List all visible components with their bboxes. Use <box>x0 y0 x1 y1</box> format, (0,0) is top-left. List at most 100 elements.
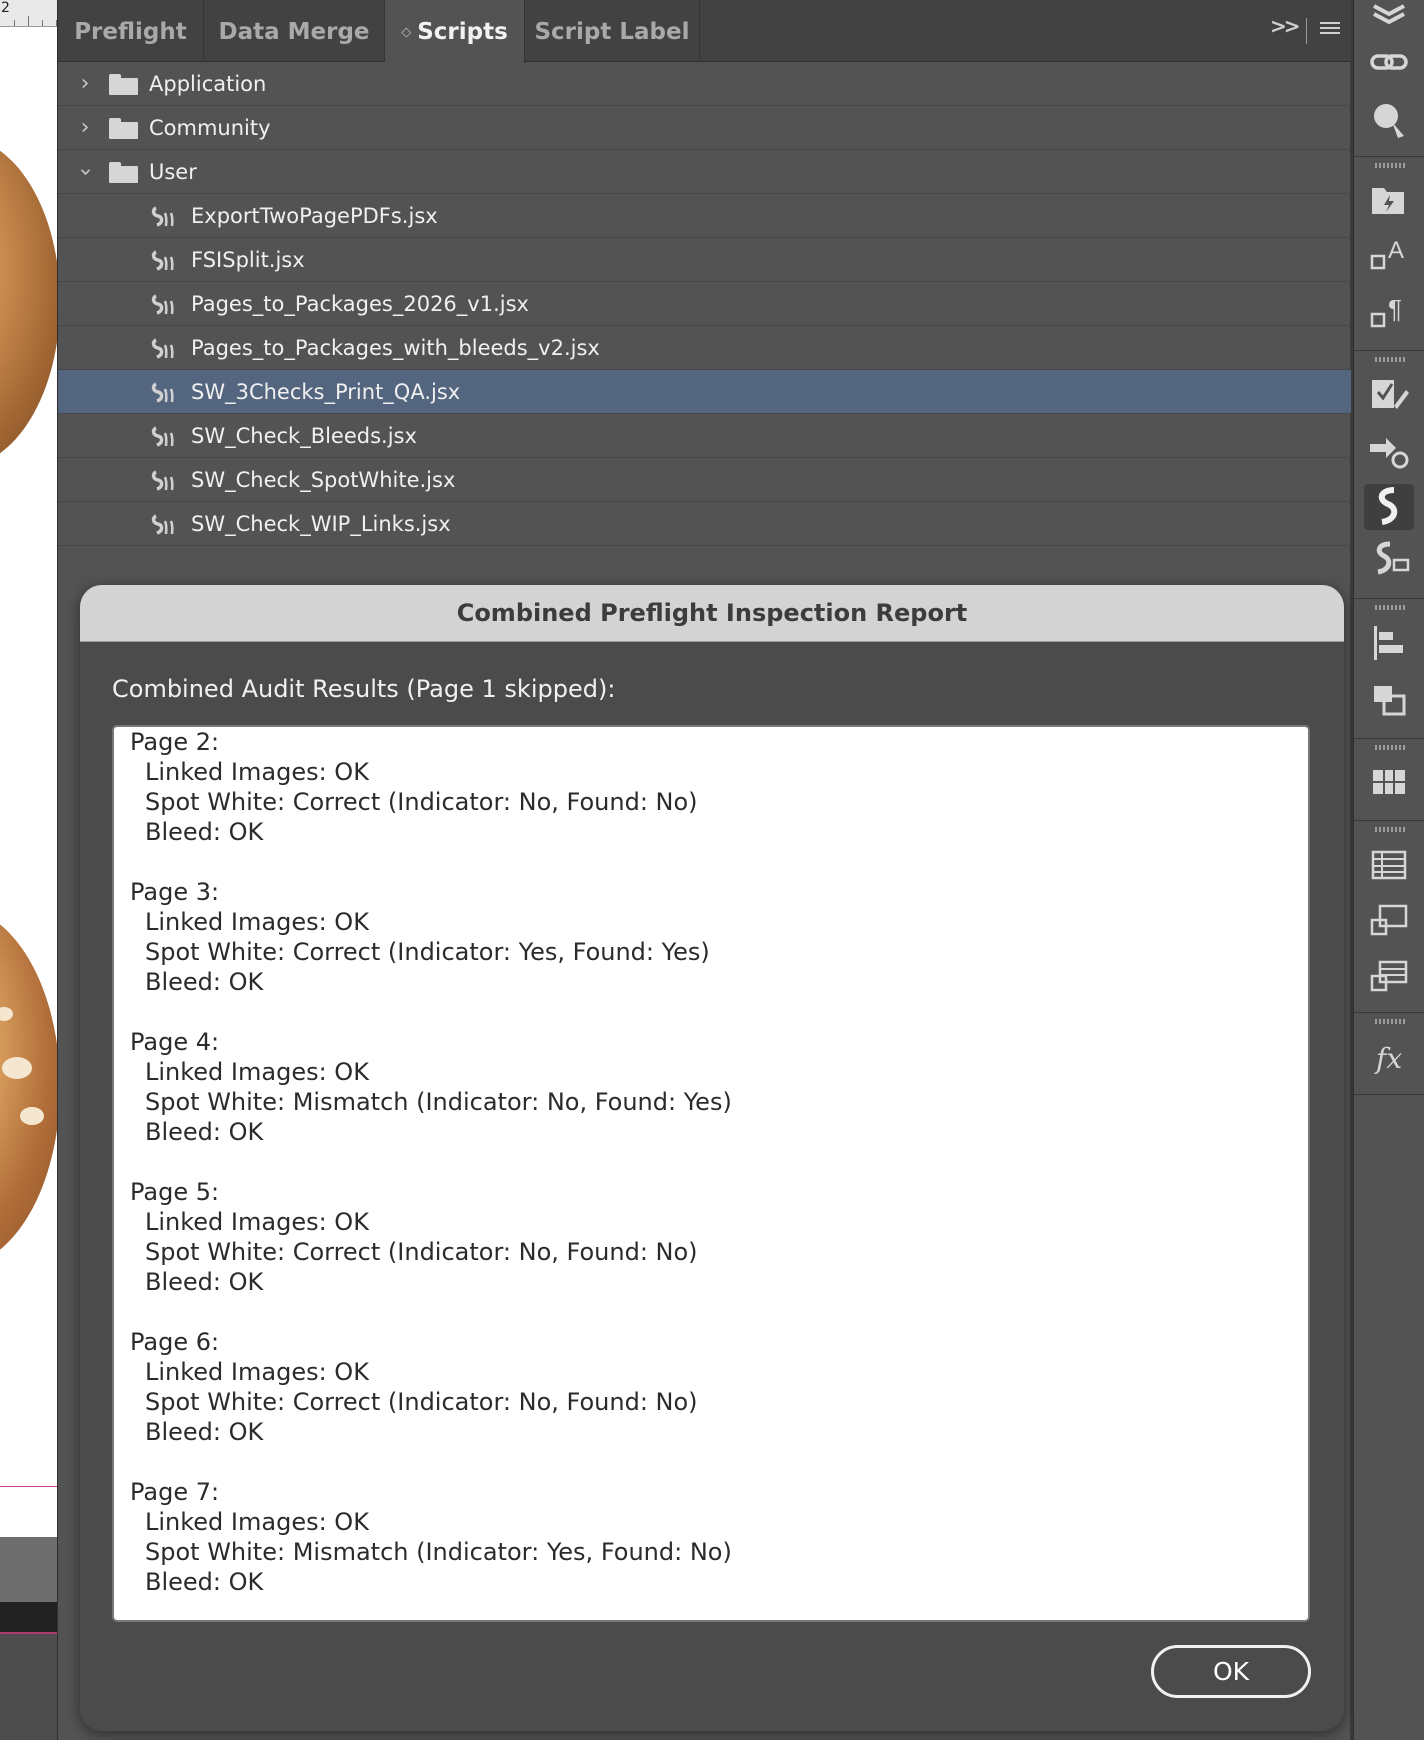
pathfinder-icon[interactable] <box>1364 678 1414 724</box>
bleed-status: Bleed: OK <box>145 1118 264 1146</box>
folder-icon <box>109 118 138 139</box>
ok-button[interactable]: OK <box>1151 1645 1311 1698</box>
pastry-image[interactable] <box>0 907 57 1267</box>
spot-white-status: Spot White: Correct (Indicator: No, Foun… <box>145 788 698 816</box>
character-styles-icon[interactable]: A <box>1364 232 1414 278</box>
object-styles-icon[interactable] <box>1364 428 1414 474</box>
linked-images-status: Linked Images: OK <box>145 758 369 786</box>
tab-scripts[interactable]: ◇ Scripts <box>385 0 525 63</box>
script-label-icon[interactable] <box>1364 538 1414 584</box>
bleed-status: Bleed: OK <box>145 1568 264 1596</box>
spot-white-status: Spot White: Mismatch (Indicator: No, Fou… <box>145 1088 732 1116</box>
document-canvas-strip: 2 <box>0 0 57 1740</box>
script-label: SW_Check_SpotWhite.jsx <box>191 468 456 492</box>
script-icon <box>151 382 174 403</box>
script-row[interactable]: ExportTwoPagePDFs.jsx <box>58 194 1351 238</box>
align-icon[interactable] <box>1364 620 1414 666</box>
folder-label: Community <box>149 116 271 140</box>
table-icon[interactable] <box>1364 842 1414 888</box>
bleed-status: Bleed: OK <box>145 1418 264 1446</box>
tab-label: Data Merge <box>218 19 370 45</box>
cc-libraries-icon[interactable] <box>1364 178 1414 224</box>
tab-label: Script Label <box>534 19 690 45</box>
pasteboard <box>0 1537 57 1602</box>
folder-icon <box>109 162 138 183</box>
bleed-status: Bleed: OK <box>145 818 264 846</box>
scripts-panel: Preflight Data Merge ◇ Scripts Script Lab… <box>57 0 1351 1740</box>
script-row-selected[interactable]: SW_3Checks_Print_QA.jsx <box>58 370 1351 414</box>
script-label: FSISplit.jsx <box>191 248 305 272</box>
script-row[interactable]: FSISplit.jsx <box>58 238 1351 282</box>
chevron-right-icon[interactable]: › <box>75 62 95 106</box>
color-theme-icon[interactable] <box>1364 96 1414 142</box>
paragraph-styles-icon[interactable]: ¶ <box>1364 290 1414 336</box>
results-heading: Combined Audit Results (Page 1 skipped): <box>112 675 616 703</box>
folder-row-application[interactable]: › Application <box>58 62 1351 106</box>
tab-script-label[interactable]: Script Label <box>525 0 700 62</box>
script-row[interactable]: SW_Check_SpotWhite.jsx <box>58 458 1351 502</box>
page-result: Page 3: Linked Images: OK Spot White: Co… <box>130 877 1292 997</box>
document-page[interactable] <box>0 27 57 1537</box>
spot-white-status: Spot White: Correct (Indicator: No, Foun… <box>145 1238 698 1266</box>
table-styles-icon[interactable] <box>1364 898 1414 944</box>
chevron-right-icon[interactable]: › <box>75 106 95 150</box>
spot-white-status: Spot White: Correct (Indicator: No, Foun… <box>145 1388 698 1416</box>
results-textarea[interactable]: Page 2: Linked Images: OK Spot White: Co… <box>112 725 1310 1622</box>
script-label: Pages_to_Packages_2026_v1.jsx <box>191 292 529 316</box>
page-number: Page 2: <box>130 728 220 756</box>
script-label: Pages_to_Packages_with_bleeds_v2.jsx <box>191 336 600 360</box>
divider <box>1306 18 1307 44</box>
ruler-number: 2 <box>1 0 10 16</box>
bleed-status: Bleed: OK <box>145 1268 264 1296</box>
swatches-grid-icon[interactable] <box>1364 760 1414 806</box>
tab-label: Scripts <box>417 19 508 45</box>
spot-white-status: Spot White: Mismatch (Indicator: Yes, Fo… <box>145 1538 732 1566</box>
collapse-panels-button[interactable]: >> <box>1270 14 1300 38</box>
folder-row-community[interactable]: › Community <box>58 106 1351 150</box>
links-icon[interactable] <box>1364 40 1414 86</box>
panel-menu-icon[interactable] <box>1320 22 1340 37</box>
page-result: Page 2: Linked Images: OK Spot White: Co… <box>130 727 1292 847</box>
tab-label: Preflight <box>74 19 187 45</box>
folder-row-user[interactable]: › User <box>58 150 1351 194</box>
horizontal-ruler: 2 <box>0 0 57 27</box>
effects-fx-icon[interactable]: fx <box>1364 1036 1414 1082</box>
svg-text:A: A <box>1388 237 1404 264</box>
tab-preflight[interactable]: Preflight <box>58 0 204 62</box>
page-result: Page 4: Linked Images: OK Spot White: Mi… <box>130 1027 1292 1147</box>
page-number: Page 7: <box>130 1478 220 1506</box>
tab-data-merge[interactable]: Data Merge <box>204 0 385 62</box>
report-dialog: Combined Preflight Inspection Report Com… <box>80 585 1344 1731</box>
script-row[interactable]: SW_Check_Bleeds.jsx <box>58 414 1351 458</box>
script-label: ExportTwoPagePDFs.jsx <box>191 204 438 228</box>
page-number: Page 4: <box>130 1028 220 1056</box>
script-row[interactable]: Pages_to_Packages_with_bleeds_v2.jsx <box>58 326 1351 370</box>
script-icon <box>151 514 174 535</box>
scripts-icon[interactable] <box>1364 484 1414 530</box>
page-number: Page 3: <box>130 878 220 906</box>
cell-styles-icon[interactable] <box>1364 954 1414 1000</box>
margin-guide <box>0 1486 57 1487</box>
linked-images-status: Linked Images: OK <box>145 1058 369 1086</box>
page-result: Page 7: Linked Images: OK Spot White: Mi… <box>130 1477 1292 1597</box>
panel-tab-bar: Preflight Data Merge ◇ Scripts Script Lab… <box>58 0 1351 63</box>
page-number: Page 5: <box>130 1178 220 1206</box>
script-icon <box>151 294 174 315</box>
dialog-title: Combined Preflight Inspection Report <box>80 585 1344 642</box>
folder-icon <box>109 74 138 95</box>
page-result: Page 5: Linked Images: OK Spot White: Co… <box>130 1177 1292 1297</box>
folder-label: User <box>149 160 197 184</box>
script-row[interactable]: Pages_to_Packages_2026_v1.jsx <box>58 282 1351 326</box>
page-result: Page 6: Linked Images: OK Spot White: Co… <box>130 1327 1292 1447</box>
edit-icon[interactable] <box>1364 372 1414 418</box>
bagel-image[interactable] <box>0 137 57 467</box>
script-row[interactable]: SW_Check_WIP_Links.jsx <box>58 502 1351 546</box>
bleed-status: Bleed: OK <box>145 968 264 996</box>
script-label: SW_3Checks_Print_QA.jsx <box>191 380 461 404</box>
script-icon <box>151 206 174 227</box>
folder-label: Application <box>149 72 267 96</box>
spot-white-status: Spot White: Correct (Indicator: Yes, Fou… <box>145 938 710 966</box>
guide-line <box>0 1632 57 1634</box>
chevron-down-icon[interactable]: › <box>63 162 107 182</box>
linked-images-status: Linked Images: OK <box>145 908 369 936</box>
